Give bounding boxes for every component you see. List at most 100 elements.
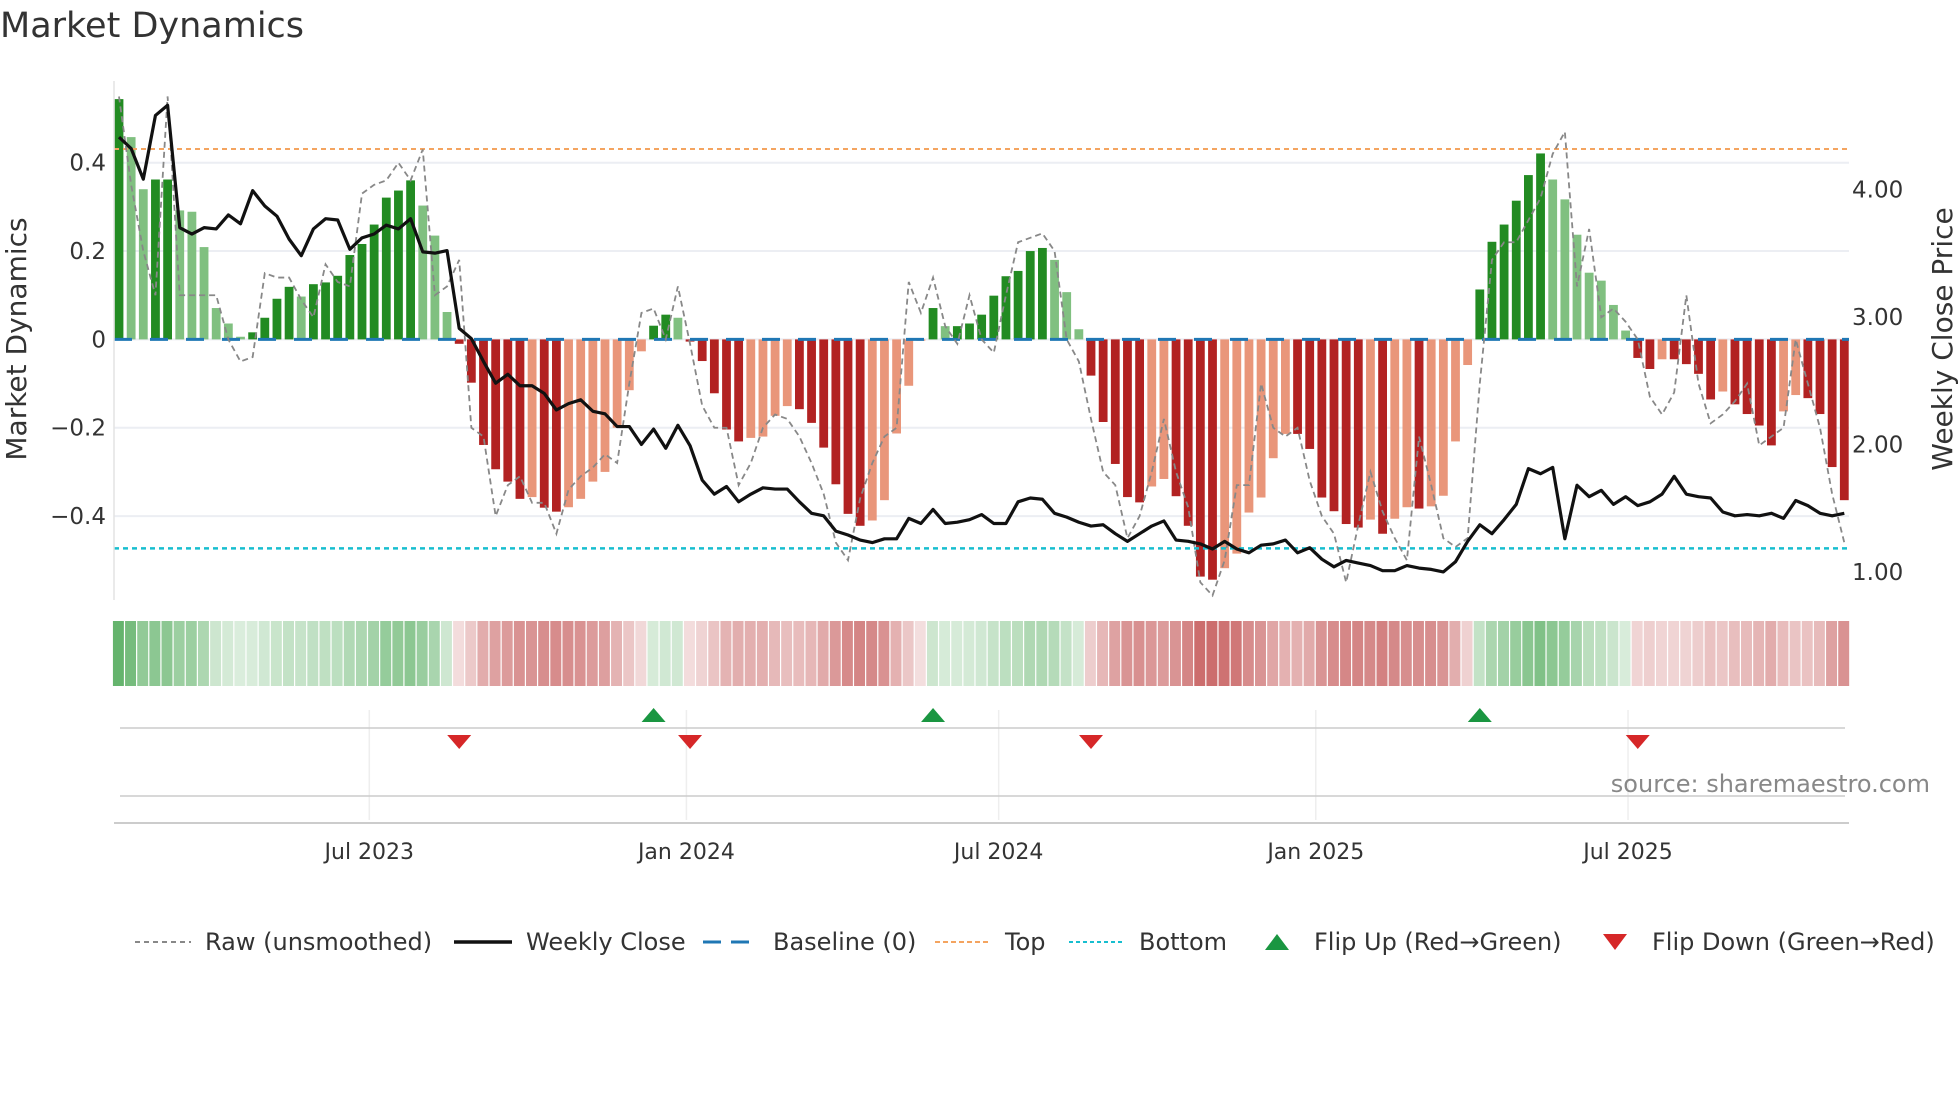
momentum-bar [272, 298, 282, 340]
heat-cell [501, 621, 513, 686]
momentum-bar [114, 99, 124, 340]
x-tick-label: Jul 2024 [952, 840, 1044, 865]
momentum-bar [1281, 339, 1290, 434]
heat-cell [1813, 621, 1825, 686]
momentum-bar [709, 339, 719, 394]
heat-cell [1510, 621, 1522, 686]
triangle-down-icon [1603, 934, 1627, 950]
heat-cell [683, 621, 695, 686]
momentum-bar [1402, 339, 1412, 508]
legend-baseline-label: Baseline (0) [773, 928, 917, 956]
momentum-bar [406, 180, 415, 340]
heat-cell [1485, 621, 1497, 686]
heat-cell [1036, 621, 1048, 686]
legend: Raw (unsmoothed) Weekly Close Baseline (… [0, 922, 1960, 962]
heat-cell [1376, 621, 1388, 686]
heat-cell [744, 621, 756, 686]
heat-cell [355, 621, 367, 686]
heat-cell [1692, 621, 1704, 686]
legend-top: Top [935, 922, 1046, 962]
heat-cell [283, 621, 294, 686]
momentum-bar [357, 243, 367, 340]
momentum-bar [1329, 339, 1339, 512]
heat-cell [866, 621, 878, 686]
momentum-bar [1074, 329, 1084, 340]
heat-cell [295, 621, 307, 686]
heat-cell [1631, 621, 1643, 686]
momentum-bar [503, 339, 513, 482]
heat-cell [805, 621, 817, 686]
heat-cell [331, 621, 343, 686]
momentum-bar [758, 339, 768, 437]
momentum-bar [965, 323, 974, 340]
heat-cell [1072, 621, 1084, 686]
heat-cell [1765, 621, 1777, 686]
momentum-bar [163, 179, 172, 340]
momentum-bar [1438, 339, 1448, 496]
heat-cell [1461, 621, 1473, 686]
momentum-bar [1341, 339, 1351, 525]
momentum-bar [1657, 339, 1667, 360]
heat-cell [999, 621, 1011, 686]
heat-cell [513, 621, 525, 686]
heat-cell [1303, 621, 1315, 686]
momentum-bar [1827, 339, 1837, 468]
y2-tick-label: 2.00 [1852, 432, 1903, 458]
heat-cell [1182, 621, 1194, 686]
heat-cell [477, 621, 489, 686]
momentum-bar [1305, 339, 1315, 449]
heat-cell [1704, 621, 1716, 686]
legend-flip-down: Flip Down (Green→Red) [1600, 922, 1935, 962]
heat-cell [526, 621, 537, 686]
heat-cell [1388, 621, 1400, 686]
momentum-bar [1560, 199, 1570, 340]
legend-close: Weekly Close [454, 922, 686, 962]
heat-cell [598, 621, 610, 686]
momentum-bar [1645, 339, 1655, 369]
triangle-up-icon [1265, 934, 1289, 950]
momentum-bar [381, 197, 391, 340]
momentum-bar [1244, 339, 1254, 513]
momentum-bar [1208, 339, 1217, 580]
y-tick-label: 0 [91, 327, 106, 353]
momentum-bar [1767, 339, 1776, 446]
momentum-bar [977, 314, 987, 340]
heat-cell [756, 621, 768, 686]
heat-cell [1425, 621, 1437, 686]
y2-tick-label: 3.00 [1852, 305, 1903, 331]
heat-cell [1668, 621, 1680, 686]
heat-cell [1012, 621, 1023, 686]
solid-line-icon [454, 940, 512, 944]
momentum-bar [1815, 339, 1825, 415]
momentum-bar [1584, 272, 1594, 340]
heat-cell [1583, 621, 1595, 686]
momentum-bar [1572, 234, 1582, 340]
momentum-bar [612, 339, 622, 428]
momentum-bar [539, 339, 549, 508]
heat-cell [1728, 621, 1740, 686]
momentum-bar [649, 325, 658, 340]
heat-cell [1255, 621, 1266, 686]
heat-cell [963, 621, 975, 686]
momentum-bar [770, 339, 780, 416]
momentum-bar [552, 339, 561, 512]
heat-cell [1473, 621, 1485, 686]
heat-cell [574, 621, 586, 686]
heat-cell [453, 621, 465, 686]
momentum-bar [1038, 247, 1047, 340]
momentum-bar [1317, 339, 1327, 498]
momentum-bar [1414, 339, 1424, 509]
heat-cell [465, 621, 477, 686]
momentum-bar [940, 326, 950, 340]
momentum-bar [637, 339, 646, 352]
momentum-bar [1426, 339, 1436, 507]
heat-cell [1437, 621, 1449, 686]
momentum-bar [564, 339, 573, 508]
momentum-bar [1536, 153, 1545, 340]
y-tick-label: 0.2 [69, 239, 106, 265]
momentum-bar [199, 247, 209, 340]
momentum-bar [333, 275, 343, 340]
y2-tick-label: 1.00 [1852, 560, 1903, 586]
heat-cell [1558, 621, 1570, 686]
momentum-bar [321, 282, 330, 340]
